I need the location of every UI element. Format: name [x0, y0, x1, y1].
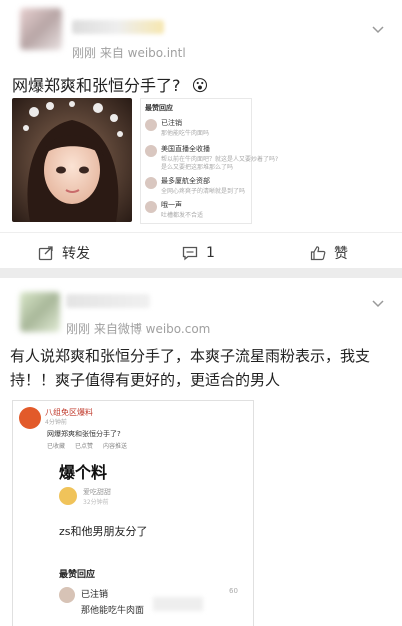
- tab-like: 已点赞: [75, 443, 94, 450]
- redaction-blur: [153, 597, 203, 611]
- comment-text: 那他能吃牛肉面吗: [161, 130, 210, 137]
- screenshot-desc: 网爆郑爽和张恒分手了?: [47, 430, 121, 438]
- poster-logo: [59, 487, 77, 505]
- post-meta: 刚刚 来自 weibo.intl: [72, 46, 186, 60]
- weibo-post-2: 刚刚 来自微博 weibo.com 有人说郑爽和张恒分手了，本爽子流星雨粉表示，…: [0, 278, 402, 626]
- repost-label: 转发: [62, 246, 90, 262]
- like-label: 赞: [334, 246, 348, 262]
- post-image[interactable]: [12, 98, 132, 222]
- action-bar: 转发 1 赞: [0, 232, 402, 268]
- comment-button[interactable]: 1: [182, 233, 215, 268]
- screenshot-comment-name: 已注销: [81, 590, 109, 600]
- author-avatar[interactable]: [20, 8, 62, 50]
- commenter-name: 最多厦航全资部: [161, 177, 210, 185]
- commenter-avatar: [145, 119, 157, 131]
- screenshot-tabs: 已收藏 已点赞 内容推送: [47, 441, 127, 450]
- thumbs-up-icon: [310, 246, 326, 261]
- post-screenshot[interactable]: 八组免区爆料 4分钟前 网爆郑爽和张恒分手了? 已收藏 已点赞 内容推送 爆个料…: [12, 400, 254, 626]
- commenter-name: 已注销: [161, 119, 182, 127]
- comment-text: 是么又要把这那堆那么了吗: [161, 164, 234, 171]
- weibo-post-1: 刚刚 来自 weibo.intl 网爆郑爽和张恒分手了? 😮 最赞回应 已注销 …: [0, 0, 402, 268]
- surprised-emoji-icon: 😮: [191, 76, 209, 95]
- screenshot-section: 最赞回应: [59, 570, 96, 580]
- screenshot-content: zs和他男朋友分了: [59, 525, 148, 538]
- commenter-avatar: [145, 201, 157, 213]
- post-meta: 刚刚 来自微博 weibo.com: [66, 322, 211, 336]
- comment-text: 吐槽都发不合适: [161, 212, 204, 219]
- screenshot-count: 60: [229, 587, 238, 595]
- commenter-avatar: [145, 177, 157, 189]
- commenter-name: 美国直播全收播: [161, 145, 210, 153]
- repost-button[interactable]: 转发: [38, 233, 90, 268]
- tab-push: 内容推送: [103, 443, 128, 450]
- commenter-avatar: [145, 145, 157, 157]
- author-avatar[interactable]: [20, 292, 60, 332]
- post-body: 有人说郑爽和张恒分手了，本爽子流星雨粉表示，我支持！！爽子值得有更好的，更适合的…: [10, 347, 371, 389]
- chevron-down-icon[interactable]: [372, 26, 384, 34]
- poster-name: 爱吃甜甜: [83, 488, 111, 496]
- commenter-name: 哦一声: [161, 201, 182, 209]
- comment-avatar: [59, 587, 75, 603]
- portrait-illustration: [12, 98, 132, 222]
- comment-screenshot[interactable]: 最赞回应 已注销 那他能吃牛肉面吗 美国直播全收播 帮以前在牛肉面吧？就这是人又…: [140, 98, 278, 224]
- tab-collect: 已收藏: [47, 443, 66, 450]
- screenshot-comment-text: 那他能吃牛肉面: [81, 606, 145, 616]
- poster-avatar: [19, 407, 41, 429]
- post-title-text: 网爆郑爽和张恒分手了?: [12, 76, 181, 95]
- author-name[interactable]: [66, 294, 150, 308]
- repost-icon: [38, 246, 53, 261]
- chevron-down-icon[interactable]: [372, 300, 384, 308]
- comment-text: 全网心疼爽子的清晰就是到了吗: [161, 188, 246, 195]
- comment-count: 1: [206, 245, 215, 261]
- screenshot-time: 4分钟前: [45, 419, 67, 426]
- post-title: 网爆郑爽和张恒分手了? 😮: [12, 72, 208, 96]
- comment-icon: [182, 246, 198, 261]
- screenshot-headline: 爆个料: [59, 463, 108, 482]
- screenshot-header: 最赞回应: [145, 104, 173, 112]
- like-button[interactable]: 赞: [310, 233, 348, 268]
- author-name[interactable]: [72, 20, 164, 34]
- poster-time: 32分钟前: [83, 499, 109, 506]
